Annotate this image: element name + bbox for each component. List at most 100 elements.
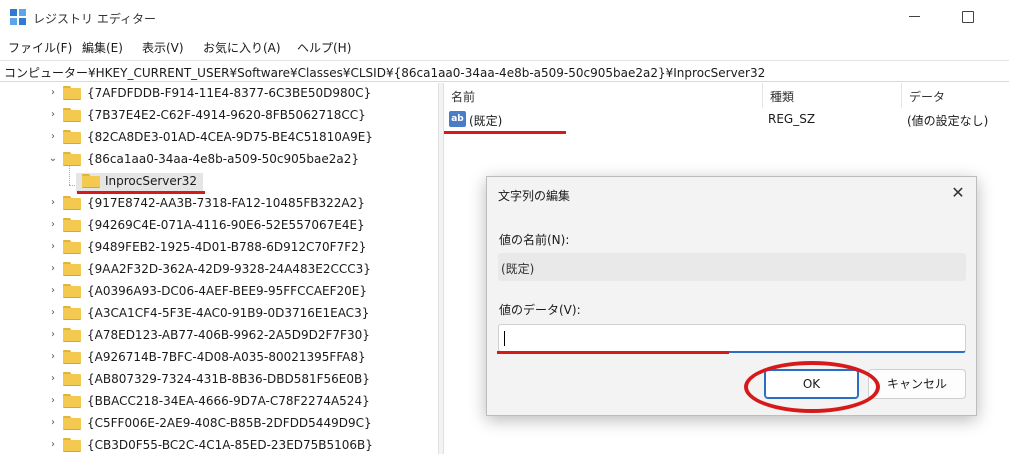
menu-file[interactable]: ファイル(F): [8, 39, 72, 56]
tree-item[interactable]: › {9489FEB2-1925-4D01-B788-6D912C70F7F2}: [0, 237, 438, 259]
value-row[interactable]: ab (既定) REG_SZ (値の設定なし): [444, 109, 1009, 131]
maximize-icon[interactable]: [960, 8, 976, 24]
annotation-underline-default-value: [444, 131, 566, 134]
address-bar[interactable]: コンピューター¥HKEY_CURRENT_USER¥Software¥Class…: [0, 60, 1009, 82]
tree-item-label: InprocServer32: [105, 174, 197, 188]
string-value-icon: ab: [449, 111, 466, 127]
value-name-field: (既定): [498, 253, 966, 281]
tree-item[interactable]: › {A78ED123-AB77-406B-9962-2A5D9D2F7F30}: [0, 325, 438, 347]
folder-icon: [63, 416, 81, 430]
window-title: レジストリ エディター: [33, 12, 156, 26]
tree-item[interactable]: › {94269C4E-071A-4116-90E6-52E557067E4E}: [0, 215, 438, 237]
chevron-right-icon[interactable]: ›: [48, 242, 58, 252]
menu-edit[interactable]: 編集(E): [82, 39, 123, 56]
dialog-title: 文字列の編集: [498, 189, 571, 203]
tree-item-label: {AB807329-7324-431B-8B36-DBD581F56E0B}: [87, 372, 370, 386]
chevron-right-icon[interactable]: ›: [48, 286, 58, 296]
value-name: (既定): [469, 114, 503, 128]
value-name-text: (既定): [501, 262, 535, 276]
menu-view[interactable]: 表示(V): [142, 39, 184, 56]
folder-icon: [63, 108, 81, 122]
tree-item[interactable]: › {C5FF006E-2AE9-408C-B85B-2DFDD5449D9C}: [0, 413, 438, 435]
value-data-label: 値のデータ(V):: [499, 303, 581, 317]
menu-bar: ファイル(F) 編集(E) 表示(V) お気に入り(A) ヘルプ(H): [0, 36, 1009, 58]
column-header-type[interactable]: 種類: [763, 83, 902, 108]
tree-item[interactable]: › {A0396A93-DC06-4AEF-BEE9-95FFCCAEF20E}: [0, 281, 438, 303]
key-tree[interactable]: › {7AFDFDDB-F914-11E4-8377-6C3BE50D980C}…: [0, 83, 438, 454]
tree-item[interactable]: › {7AFDFDDB-F914-11E4-8377-6C3BE50D980C}: [0, 83, 438, 105]
title-bar: レジストリ エディター: [0, 0, 1009, 36]
chevron-right-icon[interactable]: ›: [48, 264, 58, 274]
tree-item[interactable]: › {917E8742-AA3B-7318-FA12-10485FB322A2}: [0, 193, 438, 215]
chevron-down-icon[interactable]: ⌄: [48, 154, 58, 164]
registry-editor-icon: [10, 9, 27, 26]
column-header-name[interactable]: 名前: [444, 83, 763, 108]
chevron-right-icon[interactable]: ›: [48, 396, 58, 406]
value-type: REG_SZ: [768, 112, 816, 126]
chevron-right-icon[interactable]: ›: [48, 220, 58, 230]
value-name-label: 値の名前(N):: [499, 233, 570, 247]
folder-icon: [82, 174, 100, 188]
tree-item-selected[interactable]: InprocServer32: [0, 171, 438, 193]
tree-item-label: {BBACC218-34EA-4666-9D7A-C78F2274A524}: [87, 394, 370, 408]
folder-icon: [63, 394, 81, 408]
tree-item[interactable]: › {9AA2F32D-362A-42D9-9328-24A483E2CCC3}: [0, 259, 438, 281]
column-header-data[interactable]: データ: [902, 83, 1009, 108]
chevron-right-icon[interactable]: ›: [48, 88, 58, 98]
tree-item[interactable]: › {AB807329-7324-431B-8B36-DBD581F56E0B}: [0, 369, 438, 391]
minimize-icon[interactable]: [907, 8, 923, 24]
annotation-underline-selected-key: [77, 191, 205, 194]
tree-item[interactable]: › {82CA8DE3-01AD-4CEA-9D75-BE4C51810A9E}: [0, 127, 438, 149]
folder-icon: [63, 306, 81, 320]
chevron-right-icon[interactable]: ›: [48, 198, 58, 208]
folder-icon: [63, 218, 81, 232]
tree-item-label: {A78ED123-AB77-406B-9962-2A5D9D2F7F30}: [87, 328, 370, 342]
chevron-right-icon[interactable]: ›: [48, 352, 58, 362]
tree-item-label: {A3CA1CF4-5F3E-4AC0-91B9-0D3716E1EAC3}: [87, 306, 370, 320]
folder-icon: [63, 130, 81, 144]
folder-icon: [63, 350, 81, 364]
tree-item-label: {7AFDFDDB-F914-11E4-8377-6C3BE50D980C}: [87, 86, 372, 100]
menu-help[interactable]: ヘルプ(H): [297, 39, 351, 56]
tree-item-label: {7B37E4E2-C62F-4914-9620-8FB5062718CC}: [87, 108, 366, 122]
chevron-right-icon[interactable]: ›: [48, 110, 58, 120]
annotation-circle-ok: [744, 361, 880, 413]
close-icon[interactable]: ✕: [949, 184, 967, 202]
cancel-button[interactable]: キャンセル: [868, 369, 966, 399]
chevron-right-icon[interactable]: ›: [48, 308, 58, 318]
chevron-right-icon[interactable]: ›: [48, 418, 58, 428]
tree-item[interactable]: › {A3CA1CF4-5F3E-4AC0-91B9-0D3716E1EAC3}: [0, 303, 438, 325]
tree-item-label: {917E8742-AA3B-7318-FA12-10485FB322A2}: [87, 196, 365, 210]
tree-item[interactable]: › {7B37E4E2-C62F-4914-9620-8FB5062718CC}: [0, 105, 438, 127]
folder-icon: [63, 372, 81, 386]
folder-icon: [63, 284, 81, 298]
folder-icon: [63, 240, 81, 254]
annotation-underline-data-input: [497, 351, 729, 354]
tree-item-label: {A0396A93-DC06-4AEF-BEE9-95FFCCAEF20E}: [87, 284, 368, 298]
folder-icon: [63, 86, 81, 100]
chevron-right-icon[interactable]: ›: [48, 132, 58, 142]
folder-icon: [63, 328, 81, 342]
chevron-right-icon[interactable]: ›: [48, 440, 58, 450]
menu-favorites[interactable]: お気に入り(A): [203, 39, 281, 56]
tree-item-label: {86ca1aa0-34aa-4e8b-a509-50c905bae2a2}: [87, 152, 360, 166]
tree-item[interactable]: › {A926714B-7BFC-4D08-A035-80021395FFA8}: [0, 347, 438, 369]
address-path: コンピューター¥HKEY_CURRENT_USER¥Software¥Class…: [4, 66, 766, 80]
tree-item-label: {9AA2F32D-362A-42D9-9328-24A483E2CCC3}: [87, 262, 371, 276]
tree-item-label: {9489FEB2-1925-4D01-B788-6D912C70F7F2}: [87, 240, 367, 254]
text-caret: [504, 331, 505, 346]
tree-item[interactable]: › {BBACC218-34EA-4666-9D7A-C78F2274A524}: [0, 391, 438, 413]
tree-item-label: {94269C4E-071A-4116-90E6-52E557067E4E}: [87, 218, 365, 232]
tree-item[interactable]: › {CB3D0F55-BC2C-4C1A-85ED-23ED75B5106B}: [0, 435, 438, 454]
chevron-right-icon[interactable]: ›: [48, 374, 58, 384]
chevron-right-icon[interactable]: ›: [48, 330, 58, 340]
tree-item-expanded[interactable]: ⌄ {86ca1aa0-34aa-4e8b-a509-50c905bae2a2}: [0, 149, 438, 186]
folder-icon: [63, 196, 81, 210]
tree-item-label: {A926714B-7BFC-4D08-A035-80021395FFA8}: [87, 350, 366, 364]
folder-icon: [63, 152, 81, 166]
tree-item-label: {82CA8DE3-01AD-4CEA-9D75-BE4C51810A9E}: [87, 130, 373, 144]
value-data-input[interactable]: [498, 324, 966, 353]
tree-item-label: {CB3D0F55-BC2C-4C1A-85ED-23ED75B5106B}: [87, 438, 373, 452]
edit-string-dialog: 文字列の編集 ✕ 値の名前(N): (既定) 値のデータ(V): OK キャンセ…: [486, 176, 977, 416]
folder-icon: [63, 262, 81, 276]
